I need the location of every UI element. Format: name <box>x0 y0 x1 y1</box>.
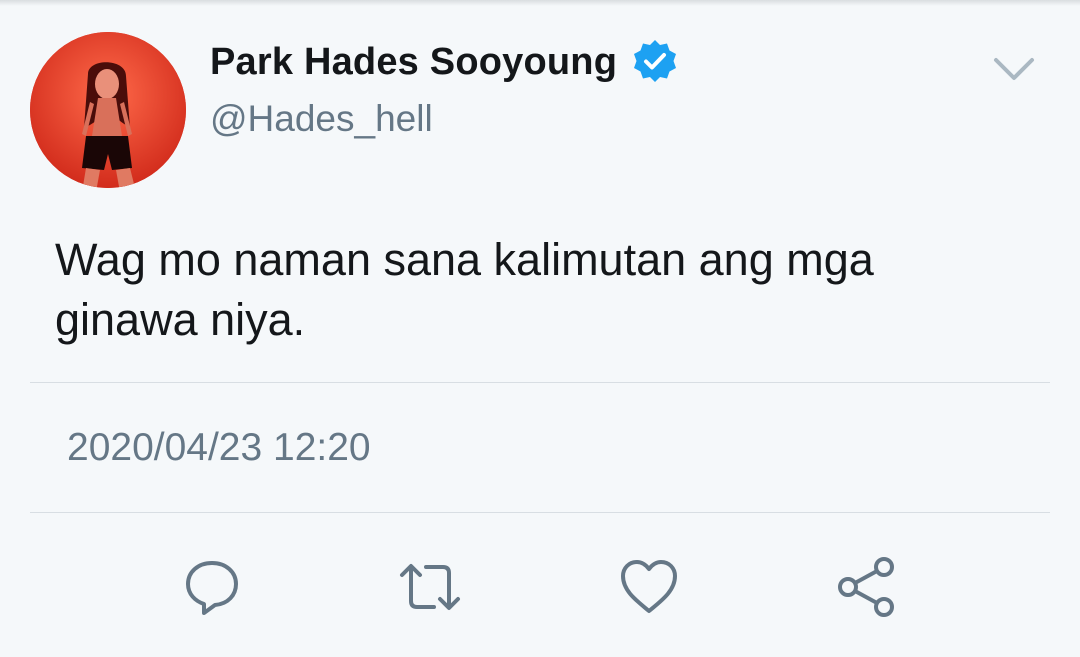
chevron-down-icon[interactable] <box>990 50 1038 86</box>
heart-icon <box>621 560 677 613</box>
divider <box>30 512 1050 513</box>
divider <box>30 382 1050 383</box>
retweet-icon <box>400 564 460 610</box>
retweet-button[interactable] <box>398 555 462 619</box>
top-edge-shadow <box>0 0 1080 6</box>
tweet-text: Wag mo naman sana kalimutan ang mga gina… <box>55 230 1035 350</box>
tweet-text-line: Wag mo naman sana kalimutan ang mga <box>55 234 874 285</box>
avatar[interactable] <box>30 32 186 188</box>
share-icon <box>838 557 894 617</box>
reply-button[interactable] <box>180 555 244 619</box>
like-button[interactable] <box>617 555 681 619</box>
verified-badge-icon <box>634 40 677 82</box>
author-name-row: Park Hades Sooyoung <box>210 38 679 86</box>
display-name[interactable]: Park Hades Sooyoung <box>210 41 617 84</box>
tweet-timestamp[interactable]: 2020/04/23 12:20 <box>67 426 371 470</box>
share-button[interactable] <box>836 555 900 619</box>
avatar-photo <box>30 32 186 188</box>
author-handle[interactable]: @Hades_hell <box>210 98 433 140</box>
tweet-text-line: ginawa niya. <box>55 294 306 345</box>
reply-icon <box>186 561 238 615</box>
